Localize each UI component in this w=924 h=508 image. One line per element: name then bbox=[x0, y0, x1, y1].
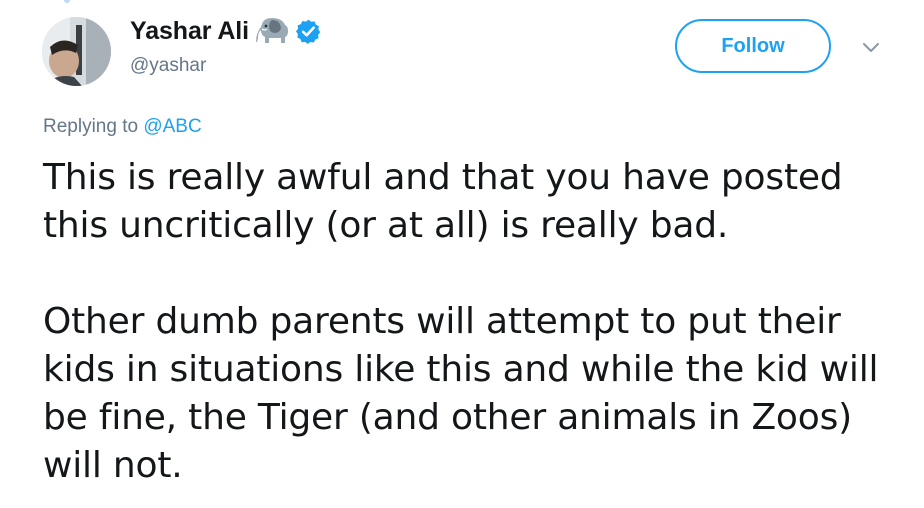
author-name-row: Yashar Ali bbox=[130, 15, 322, 47]
replying-to-link[interactable]: @ABC bbox=[143, 116, 201, 137]
tweet-paragraph-2: Other dumb parents will attempt to put t… bbox=[43, 301, 879, 486]
elephant-icon bbox=[255, 16, 291, 46]
avatar[interactable] bbox=[42, 17, 111, 86]
chevron-down-icon[interactable] bbox=[858, 37, 884, 57]
follow-button[interactable]: Follow bbox=[675, 19, 831, 73]
tweet-paragraph-1: This is really awful and that you have p… bbox=[43, 157, 843, 246]
replying-to: Replying to @ABC bbox=[43, 116, 202, 138]
author-handle[interactable]: @yashar bbox=[130, 55, 206, 77]
top-fragment bbox=[64, 0, 70, 3]
tweet-text: This is really awful and that you have p… bbox=[43, 154, 893, 490]
replying-to-prefix: Replying to bbox=[43, 116, 139, 137]
verified-badge-icon bbox=[295, 18, 322, 45]
author-display-name[interactable]: Yashar Ali bbox=[130, 17, 249, 46]
avatar-image bbox=[42, 17, 111, 86]
